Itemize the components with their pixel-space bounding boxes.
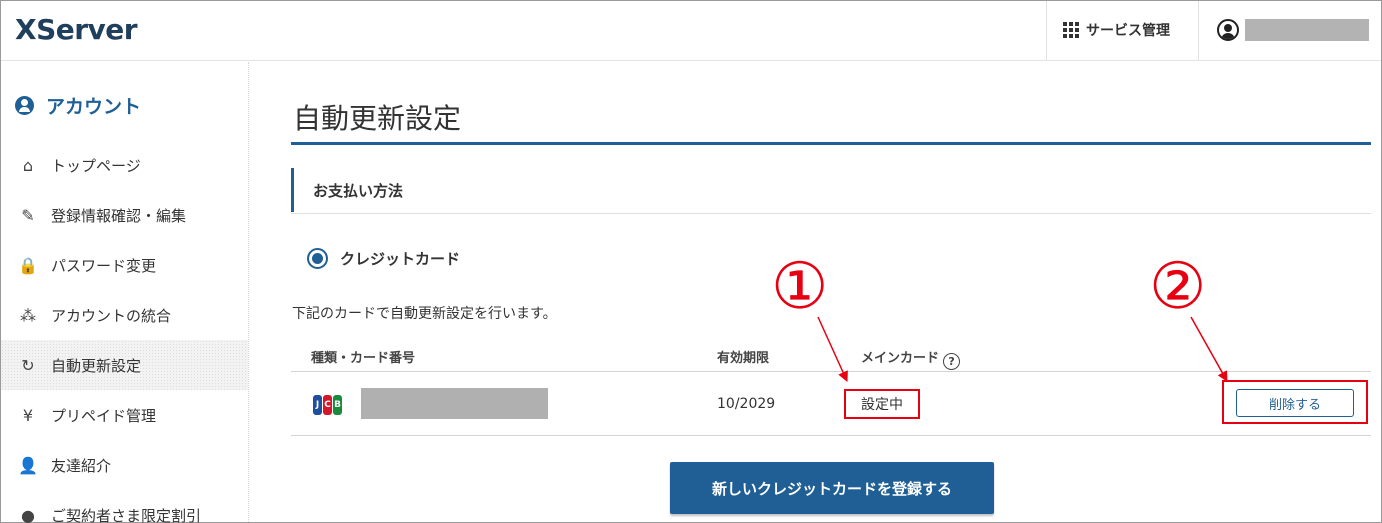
sidebar-item-label: 登録情報確認・編集 [51,206,187,225]
grid-icon [1063,22,1079,38]
sidebar-item-label: プリペイド管理 [51,406,157,425]
sidebar-item-label: アカウントの統合 [51,306,172,325]
card-number-redacted [361,388,548,419]
sidebar-item[interactable]: 👤 友達紹介 [1,440,248,490]
edit-icon: ✎ [21,205,35,225]
help-icon[interactable]: ? [943,353,961,370]
lock-icon: 🔒 [18,255,38,275]
sidebar-item[interactable]: ✎ 登録情報確認・編集 [1,190,248,240]
sidebar-item[interactable]: ↻ 自動更新設定 [1,340,248,390]
service-management-label: サービス管理 [1086,23,1170,39]
delete-card-button[interactable]: 削除する [1236,389,1354,417]
col-main-card-header: メインカード? [861,347,961,370]
card-expiry: 10/2029 [717,396,776,412]
sidebar-item[interactable]: ⌂ トップページ [1,140,248,190]
jcb-logo-icon: J C B [313,395,343,415]
col-expiry-header: 有効期限 [717,351,770,366]
user-name-redacted [1245,19,1369,41]
section-accent-bar [291,168,294,212]
section-title: お支払い方法 [313,182,404,200]
sidebar: アカウント ⌂ トップページ ✎ 登録情報確認・編集 🔒 パスワード変更 ⁂ アカウントの統合… [1,62,249,523]
header-divider [1046,1,1047,61]
sidebar-item-label: 友達紹介 [51,456,112,475]
sidebar-title-label: アカウント [46,96,142,118]
col-card-header: 種類・カード番号 [311,351,416,366]
main-card-status-label: 設定中 [861,397,903,413]
home-icon: ⌂ [22,155,34,175]
top-header: XServer サービス管理 [1,1,1381,61]
radio-selected-icon[interactable] [307,248,328,269]
header-divider [1198,1,1199,61]
sidebar-item-label: パスワード変更 [51,256,157,275]
friend-icon: 👤 [18,455,38,475]
sidebar-item[interactable]: ¥ プリペイド管理 [1,390,248,440]
merge-icon: ⁂ [20,305,36,325]
sidebar-nav: ⌂ トップページ ✎ 登録情報確認・編集 🔒 パスワード変更 ⁂ アカウントの統合 ↻ 自動更新設… [1,140,248,523]
sidebar-item[interactable]: ⁂ アカウントの統合 [1,290,248,340]
delete-highlight-box: 削除する [1222,380,1368,424]
description-text: 下記のカードで自動更新設定を行います。 [292,306,557,322]
xserver-logo[interactable]: XServer [15,13,138,46]
user-menu[interactable] [1217,19,1369,41]
page-title: 自動更新設定 [293,102,462,135]
title-underline [291,142,1371,145]
sidebar-item-label: トップページ [51,156,141,175]
sidebar-item[interactable]: 🔒 パスワード変更 [1,240,248,290]
payment-section-header: お支払い方法 [291,168,1371,214]
sidebar-item-label: ご契約者さま限定割引 [51,506,202,523]
sidebar-title: アカウント [15,92,141,119]
service-management-button[interactable]: サービス管理 [1063,19,1170,41]
annotation-marker-1: ① [771,250,829,324]
main-card-status: 設定中 [844,389,920,419]
table-row: J C B 10/2029 設定中 削除する [291,373,1371,436]
add-credit-card-button[interactable]: 新しいクレジットカードを登録する [670,462,994,514]
sidebar-item-label: 自動更新設定 [51,356,142,375]
discount-icon: ● [21,505,35,523]
sidebar-item[interactable]: ● ご契約者さま限定割引 [1,490,248,523]
refresh-icon: ↻ [21,355,35,375]
annotation-marker-2: ② [1149,250,1207,324]
card-table-header: 種類・カード番号 有効期限 メインカード? [291,341,1371,372]
account-icon [15,96,34,115]
payment-option-credit-card[interactable]: クレジットカード [307,248,460,269]
user-icon [1217,19,1239,41]
yen-icon: ¥ [22,405,34,425]
payment-option-label: クレジットカード [340,250,461,268]
